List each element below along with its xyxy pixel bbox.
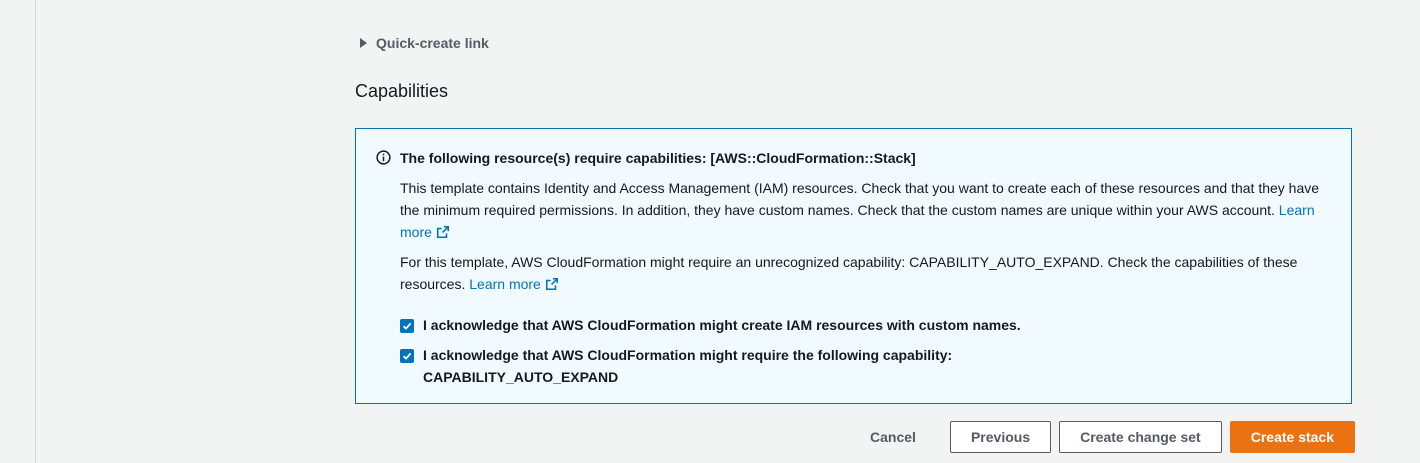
alert-paragraph-iam: This template contains Identity and Acce… bbox=[400, 177, 1340, 243]
external-link-icon bbox=[436, 225, 449, 239]
checkmark-icon bbox=[402, 352, 412, 360]
wizard-footer-actions: Cancel Previous Create change set Create… bbox=[844, 421, 1355, 453]
external-link-icon bbox=[545, 277, 558, 291]
cancel-button[interactable]: Cancel bbox=[844, 421, 942, 453]
capabilities-heading: Capabilities bbox=[355, 81, 449, 101]
acknowledge-iam-checkbox[interactable] bbox=[400, 319, 414, 333]
caret-right-icon bbox=[360, 38, 367, 48]
capabilities-info-alert: The following resource(s) require capabi… bbox=[355, 128, 1352, 404]
acknowledge-iam-label: I acknowledge that AWS CloudFormation mi… bbox=[423, 317, 1021, 333]
acknowledge-iam-option[interactable]: I acknowledge that AWS CloudFormation mi… bbox=[400, 317, 1021, 336]
create-change-set-button[interactable]: Create change set bbox=[1059, 421, 1222, 453]
learn-more-capability-link[interactable]: Learn more bbox=[469, 276, 559, 292]
acknowledge-auto-expand-text: I acknowledge that AWS CloudFormation mi… bbox=[423, 344, 952, 388]
main-content: Quick-create link Capabilities The follo… bbox=[36, 0, 1420, 463]
previous-button[interactable]: Previous bbox=[949, 421, 1052, 453]
learn-more-capability-label: Learn more bbox=[469, 276, 541, 292]
checkmark-icon bbox=[402, 322, 412, 330]
acknowledge-auto-expand-label: I acknowledge that AWS CloudFormation mi… bbox=[423, 347, 953, 363]
expander-label: Quick-create link bbox=[376, 35, 489, 51]
create-stack-button[interactable]: Create stack bbox=[1229, 421, 1355, 453]
alert-paragraph-auto-expand: For this template, AWS CloudFormation mi… bbox=[400, 251, 1340, 295]
capability-name: CAPABILITY_AUTO_EXPAND bbox=[423, 369, 619, 385]
alert-body: This template contains Identity and Acce… bbox=[400, 177, 1340, 303]
alert-title: The following resource(s) require capabi… bbox=[400, 150, 916, 166]
acknowledge-auto-expand-option[interactable]: I acknowledge that AWS CloudFormation mi… bbox=[400, 347, 952, 388]
quick-create-link-expander[interactable]: Quick-create link bbox=[360, 33, 489, 53]
left-navigation-rail bbox=[0, 0, 36, 463]
info-icon bbox=[376, 150, 391, 165]
acknowledge-auto-expand-checkbox[interactable] bbox=[400, 349, 414, 363]
iam-description: This template contains Identity and Acce… bbox=[400, 180, 1320, 218]
